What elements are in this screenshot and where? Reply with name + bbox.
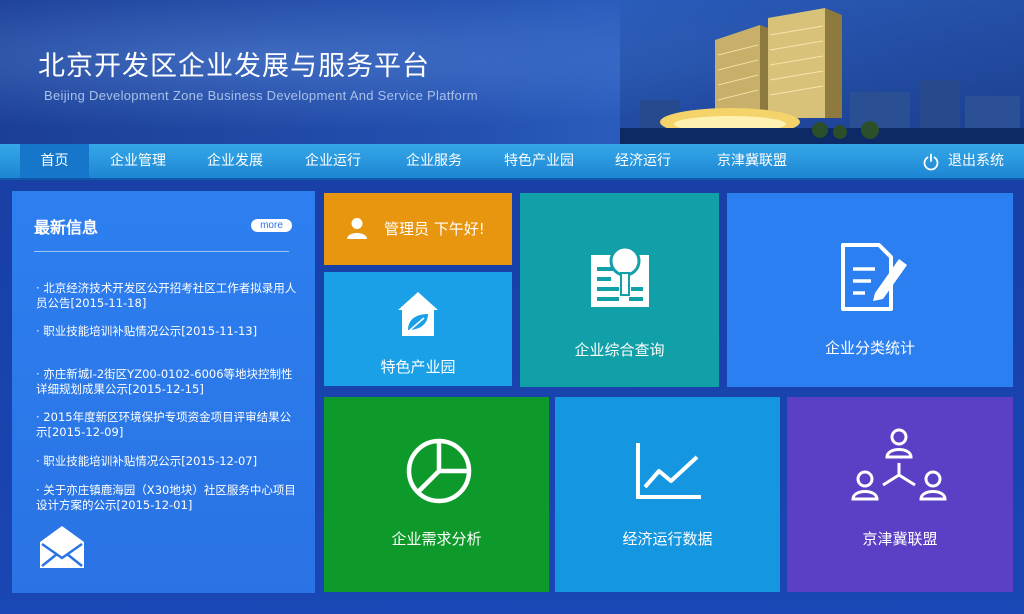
power-icon	[923, 153, 939, 171]
nav-item-enterprise-management[interactable]: 企业管理	[99, 144, 177, 178]
nav-item-enterprise-operation[interactable]: 企业运行	[294, 144, 372, 178]
nav-item-enterprise-development[interactable]: 企业发展	[196, 144, 274, 178]
nav-item-jingjinji-alliance[interactable]: 京津冀联盟	[706, 144, 798, 178]
alliance-label: 京津冀联盟	[862, 530, 938, 548]
platform-title: 北京开发区企业发展与服务平台	[38, 51, 430, 82]
nav-item-home[interactable]: 首页	[20, 144, 89, 178]
greeting-tile: 管理员 下午好!	[324, 193, 512, 265]
logout-button[interactable]: 退出系统	[922, 144, 1004, 178]
industrial-park-label: 特色产业园	[380, 358, 456, 376]
line-chart-icon	[636, 443, 701, 499]
house-leaf-icon	[398, 292, 438, 336]
enterprise-query-label: 企业综合查询	[574, 341, 665, 359]
news-item[interactable]: · 2015年度新区环境保护专项资金项目评审结果公示[2015-12-09]	[36, 410, 298, 440]
user-icon	[347, 218, 367, 239]
main-nav: 首页 企业管理 企业发展 企业运行 企业服务 特色产业园 经济运行 京津冀联盟 …	[0, 144, 1024, 180]
news-title: 最新信息	[34, 218, 99, 237]
nav-item-industrial-park[interactable]: 特色产业园	[494, 144, 584, 178]
envelope-icon[interactable]	[40, 526, 84, 568]
news-item[interactable]: · 职业技能培训补贴情况公示[2015-11-13]	[36, 324, 298, 339]
demand-analysis-label: 企业需求分析	[391, 530, 482, 548]
news-item[interactable]: · 职业技能培训补贴情况公示[2015-12-07]	[36, 454, 298, 469]
news-item[interactable]: · 关于亦庄镇鹿海园（X30地块）社区服务中心项目设计方案的公示[2015-12…	[36, 483, 298, 513]
nav-item-enterprise-service[interactable]: 企业服务	[395, 144, 473, 178]
building-illustration	[620, 0, 1024, 144]
enterprise-stats-label: 企业分类统计	[824, 339, 915, 357]
news-divider	[34, 251, 289, 252]
enterprise-stats-tile[interactable]: 企业分类统计	[727, 193, 1013, 387]
news-item[interactable]: · 亦庄新城I-2街区YZ00-0102-6006等地块控制性详细规划成果公示[…	[36, 367, 298, 397]
news-item[interactable]: · 北京经济技术开发区公开招考社区工作者拟录用人员公告[2015-11-18]	[36, 281, 298, 311]
nav-item-economic-operation[interactable]: 经济运行	[604, 144, 682, 178]
industrial-park-tile[interactable]: 特色产业园	[324, 272, 512, 386]
more-link[interactable]: more	[251, 219, 292, 232]
demand-analysis-tile[interactable]: 企业需求分析	[324, 397, 549, 592]
search-document-icon	[591, 245, 649, 307]
alliance-tile[interactable]: 京津冀联盟	[787, 397, 1013, 592]
pie-chart-icon	[406, 438, 472, 504]
economic-data-label: 经济运行数据	[622, 530, 713, 548]
enterprise-query-tile[interactable]: 企业综合查询	[520, 193, 719, 387]
platform-subtitle: Beijing Development Zone Business Develo…	[44, 88, 478, 103]
network-users-icon	[851, 428, 947, 501]
header-banner: 北京开发区企业发展与服务平台 Beijing Development Zone …	[0, 0, 1024, 144]
logout-label: 退出系统	[948, 153, 1004, 169]
greeting-text: 管理员 下午好!	[384, 220, 485, 238]
edit-document-icon	[841, 243, 907, 311]
economic-data-tile[interactable]: 经济运行数据	[555, 397, 780, 592]
